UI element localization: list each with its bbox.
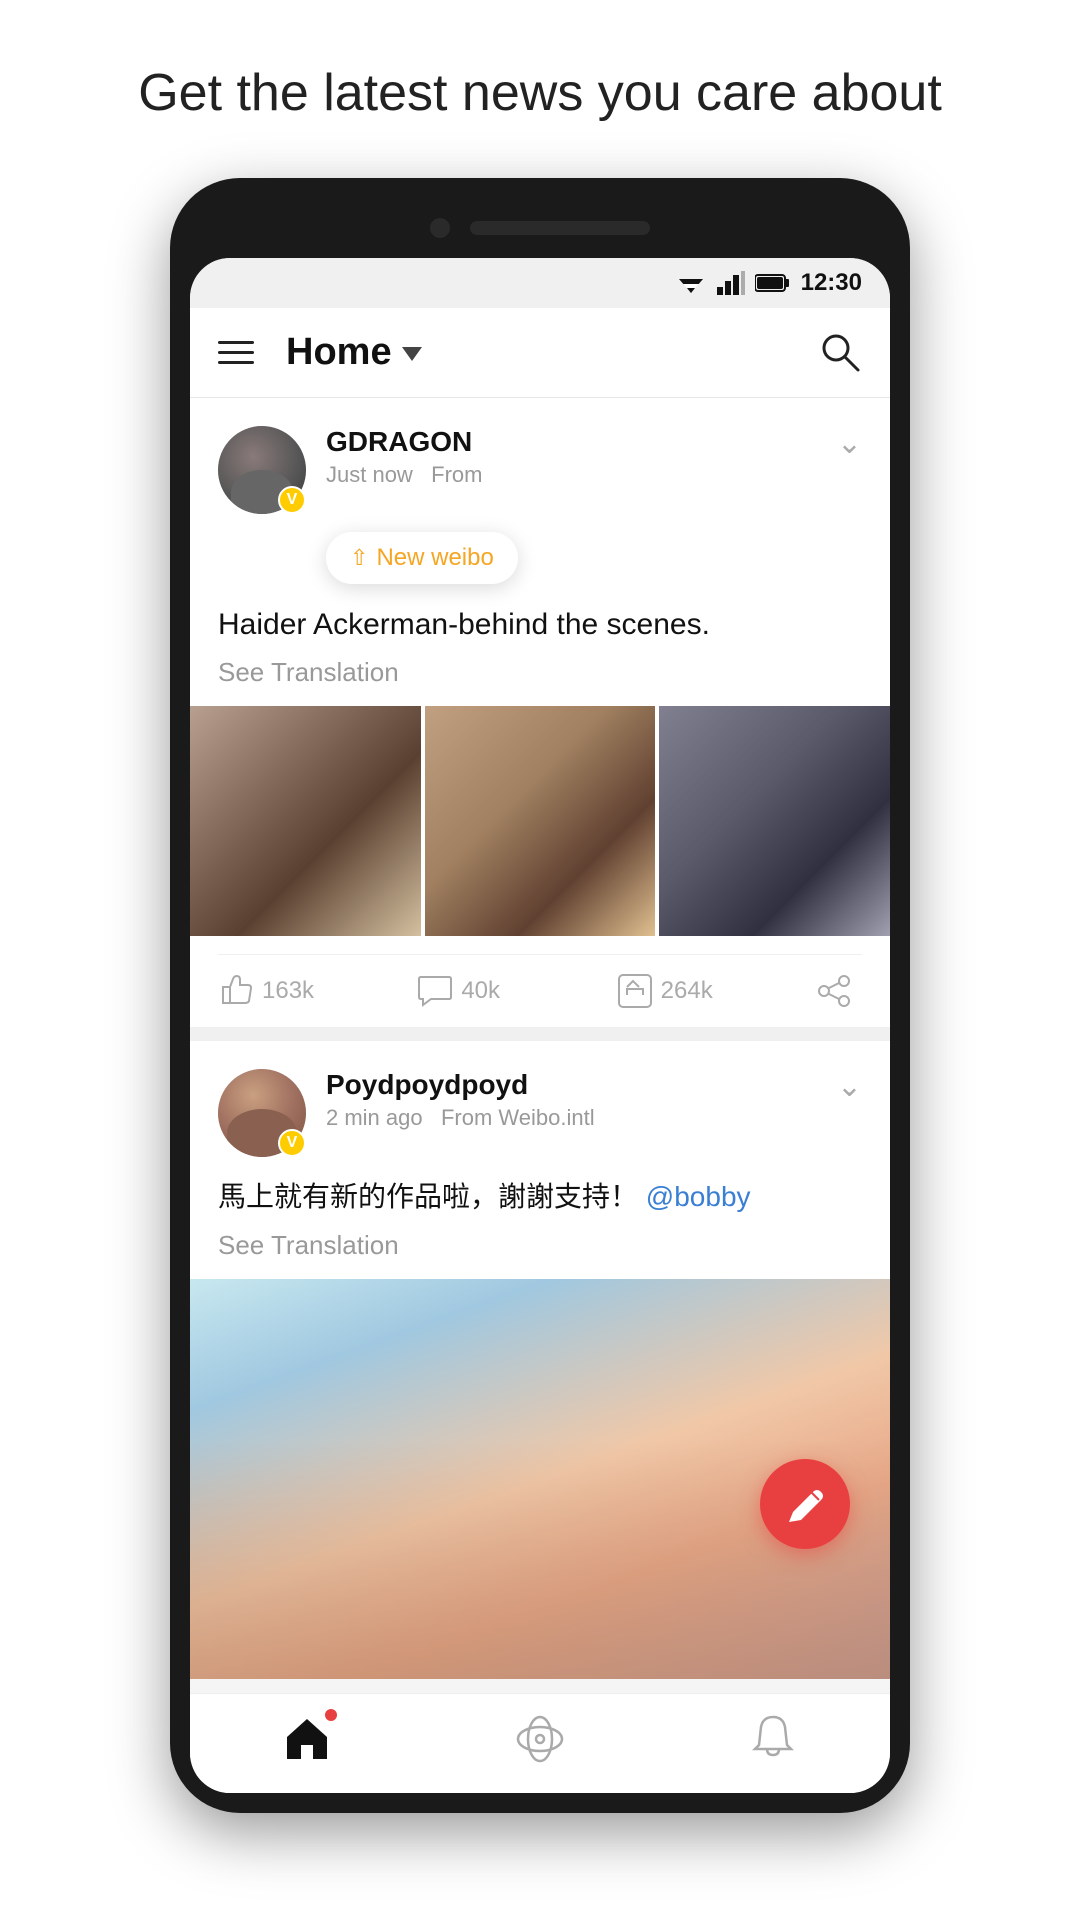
comment-icon: [417, 973, 453, 1009]
comment-button[interactable]: 40k: [417, 973, 616, 1009]
post-header: V GDRAGON Just now From ⌄: [218, 426, 862, 514]
phone-shell: 12:30 Home: [170, 178, 910, 1813]
post-image-2[interactable]: [425, 706, 656, 937]
bell-icon: [747, 1713, 799, 1765]
dropdown-arrow-icon[interactable]: [402, 347, 422, 361]
feed: V GDRAGON Just now From ⌄ ⇧: [190, 398, 890, 1679]
app-title: Home: [286, 331, 818, 374]
expand-icon[interactable]: ⌄: [837, 426, 862, 461]
see-translation-link-2[interactable]: See Translation: [218, 1230, 862, 1261]
image-grid: [190, 706, 890, 937]
post-meta: GDRAGON Just now From: [326, 426, 827, 488]
repost-icon: [617, 973, 653, 1009]
post-info: Just now From: [326, 462, 827, 488]
phone-camera: [430, 218, 450, 238]
post-image-3[interactable]: [659, 706, 890, 937]
like-icon: [218, 973, 254, 1009]
post-mention[interactable]: @bobby: [646, 1181, 751, 1212]
repost-button[interactable]: 264k: [617, 973, 816, 1009]
app-bar: Home: [190, 308, 890, 398]
post-header-2: V Poydpoydpoyd 2 min ago From Weibo.intl…: [218, 1069, 862, 1157]
nav-home[interactable]: [281, 1713, 333, 1765]
post-source: From: [431, 462, 482, 487]
home-notification-dot: [325, 1709, 337, 1721]
signal-icon: [717, 271, 745, 295]
post-card-2: V Poydpoydpoyd 2 min ago From Weibo.intl…: [190, 1041, 890, 1679]
post-text-2: 馬上就有新的作品啦，謝謝支持！ @bobby: [218, 1175, 862, 1220]
home-icon: [281, 1713, 333, 1765]
compose-fab[interactable]: [760, 1459, 850, 1549]
post-username: GDRAGON: [326, 426, 827, 458]
nav-notifications[interactable]: [747, 1713, 799, 1765]
status-bar: 12:30: [190, 258, 890, 308]
post-source-2: From Weibo.intl: [441, 1105, 595, 1130]
like-button[interactable]: 163k: [218, 973, 417, 1009]
search-icon: [818, 330, 862, 374]
post-meta-2: Poydpoydpoyd 2 min ago From Weibo.intl: [326, 1069, 827, 1131]
status-time: 12:30: [801, 269, 862, 297]
post-text-content-2: 馬上就有新的作品啦，謝謝支持！: [218, 1181, 638, 1212]
post-time-2: 2 min ago: [326, 1105, 423, 1130]
hamburger-icon[interactable]: [218, 341, 254, 364]
phone-speaker: [470, 221, 650, 235]
phone-top: [190, 218, 890, 258]
see-translation-link[interactable]: See Translation: [218, 657, 862, 688]
wifi-icon: [675, 271, 707, 295]
status-icons: 12:30: [675, 269, 862, 297]
page-headline: Get the latest news you care about: [58, 0, 1022, 178]
post-image-1[interactable]: [190, 706, 421, 937]
avatar-wrap-2: V: [218, 1069, 306, 1157]
post-info-2: 2 min ago From Weibo.intl: [326, 1105, 827, 1131]
post-card: V GDRAGON Just now From ⌄ ⇧: [190, 398, 890, 1028]
avatar-wrap: V: [218, 426, 306, 514]
post-time: Just now: [326, 462, 413, 487]
vip-badge: V: [278, 486, 306, 514]
share-icon: [816, 973, 852, 1009]
like-count: 163k: [262, 977, 314, 1005]
bottom-nav: [190, 1693, 890, 1793]
pencil-icon: [785, 1484, 825, 1524]
action-bar: 163k 40k 264k: [218, 954, 862, 1027]
app-title-text: Home: [286, 331, 392, 374]
new-weibo-arrow-icon: ⇧: [350, 545, 368, 571]
repost-count: 264k: [661, 977, 713, 1005]
phone-screen: 12:30 Home: [190, 258, 890, 1793]
battery-icon: [755, 273, 791, 293]
post-text: Haider Ackerman-behind the scenes.: [218, 602, 862, 647]
search-button[interactable]: [818, 330, 862, 374]
new-weibo-label: New weibo: [376, 544, 493, 572]
comment-count: 40k: [461, 977, 500, 1005]
expand-icon-2[interactable]: ⌄: [837, 1069, 862, 1104]
share-button[interactable]: [816, 973, 862, 1009]
nav-explore[interactable]: [514, 1713, 566, 1765]
explore-icon: [514, 1713, 566, 1765]
new-weibo-toast[interactable]: ⇧ New weibo: [326, 532, 518, 584]
post-username-2: Poydpoydpoyd: [326, 1069, 827, 1101]
